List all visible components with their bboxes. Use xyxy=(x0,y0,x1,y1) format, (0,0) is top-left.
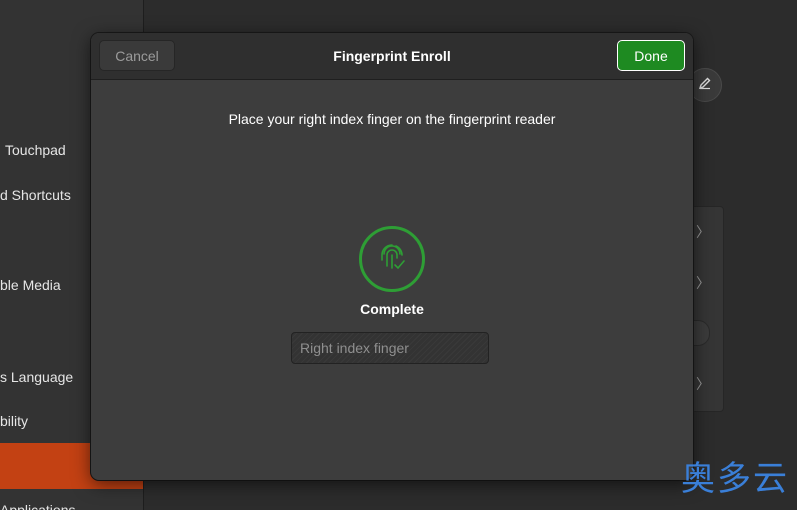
dialog-title: Fingerprint Enroll xyxy=(333,48,451,64)
enroll-instruction: Place your right index finger on the fin… xyxy=(228,111,556,127)
watermark-logo: 奥多云 xyxy=(681,459,789,499)
fingerprint-status-ring xyxy=(359,226,425,292)
sidebar-item-applications[interactable]: Applications xyxy=(0,490,143,510)
pencil-icon xyxy=(698,76,712,95)
sidebar-item-label: Applications xyxy=(0,502,76,510)
sidebar-item-label: Touchpad xyxy=(5,142,66,158)
dialog-headerbar: Fingerprint Enroll Cancel Done xyxy=(91,33,693,80)
fingerprint-check-icon xyxy=(375,240,409,279)
chevron-right-icon[interactable]: 〉 xyxy=(696,222,710,242)
edit-avatar-button[interactable] xyxy=(688,68,722,102)
sidebar-item-label: bility xyxy=(0,413,29,429)
fingerprint-enroll-dialog: Fingerprint Enroll Cancel Done Place you… xyxy=(91,33,693,480)
enroll-status: Complete xyxy=(360,301,424,317)
chevron-right-icon[interactable]: 〉 xyxy=(696,273,710,293)
chevron-right-icon[interactable]: 〉 xyxy=(696,374,710,394)
sidebar-item-label: d Shortcuts xyxy=(0,187,71,203)
done-button[interactable]: Done xyxy=(617,40,685,71)
sidebar-item-label: s Language xyxy=(0,369,74,385)
sidebar-item-label: ble Media xyxy=(0,277,61,293)
cancel-button[interactable]: Cancel xyxy=(99,40,175,71)
finger-name-field: Right index finger xyxy=(291,332,489,364)
